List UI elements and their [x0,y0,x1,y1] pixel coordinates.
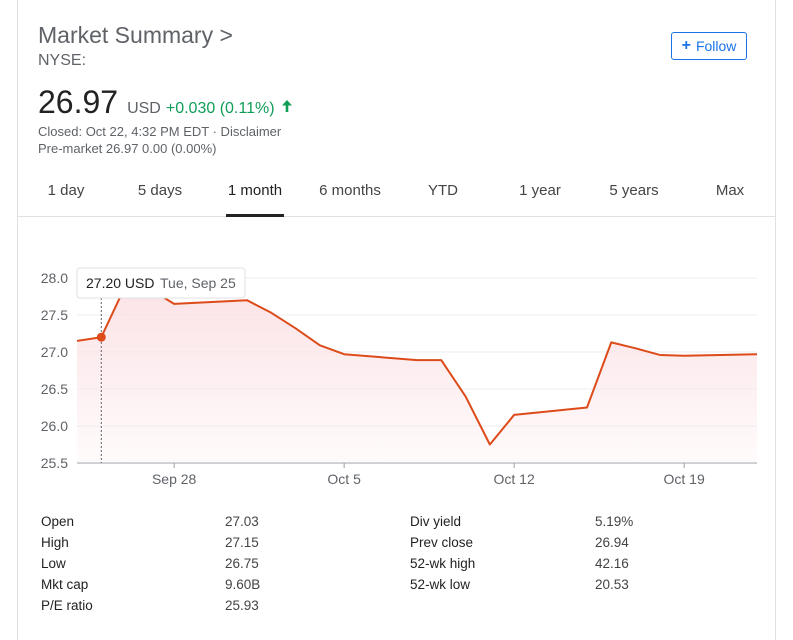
stat-label-high: High [41,535,69,550]
y-tick-label: 27.5 [41,307,68,323]
y-tick-label: 28.0 [41,270,68,286]
stat-value-52-wk-low: 20.53 [595,577,629,592]
tooltip: 27.20 USD Tue, Sep 25 [76,267,246,299]
stat-value-pe-ratio: 25.93 [225,598,259,613]
stat-label-low: Low [41,556,66,571]
y-tick-label: 26.5 [41,381,68,397]
y-tick-label: 26.0 [41,418,68,434]
stat-value-prev-close: 26.94 [595,535,629,550]
stat-label-pe-ratio: P/E ratio [41,598,93,613]
stat-label-52-wk-low: 52-wk low [410,577,471,592]
stat-label-mkt-cap: Mkt cap [41,577,89,592]
stat-label-open: Open [41,514,75,529]
y-tick-label: 27.0 [41,344,68,360]
stat-value-low: 26.75 [225,556,259,571]
y-tick-label: 25.5 [41,455,68,471]
x-tick-label: Oct 12 [494,471,535,487]
tooltip-date: Tue, Sep 25 [160,275,236,291]
stat-label-div-yield: Div yield [410,514,462,529]
stat-label-52-wk-high: 52-wk high [410,556,476,571]
price-chart[interactable]: 28.0 27.5 27.0 26.5 26.0 25.5 Sep 28 Oct 5 Oct 1… [0,0,793,500]
stat-value-high: 27.15 [225,535,259,550]
tooltip-marker [96,332,106,342]
stat-label-prev-close: Prev close [410,535,474,550]
stat-value-52-wk-high: 42.16 [595,556,629,571]
stat-value-open: 27.03 [225,514,259,529]
tooltip-price: 27.20 USD [86,275,154,291]
x-tick-label: Oct 19 [664,471,705,487]
x-tick-label: Sep 28 [152,471,197,487]
stat-value-div-yield: 5.19% [595,514,634,529]
price-area-fill [77,285,757,463]
x-tick-label: Oct 5 [327,471,361,487]
stat-value-mkt-cap: 9.60B [225,577,261,592]
